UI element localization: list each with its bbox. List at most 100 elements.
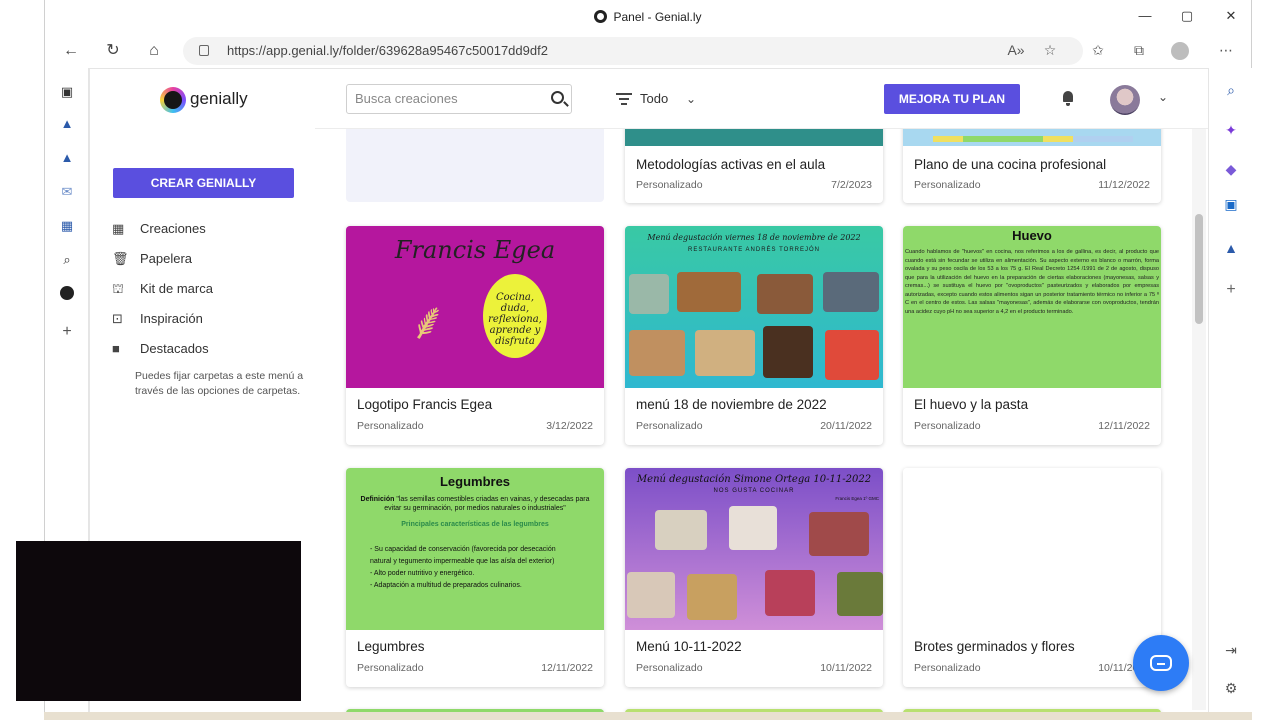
food-photo (763, 326, 813, 378)
maximize-button[interactable]: ▢ (1177, 8, 1197, 26)
office-icon[interactable]: ◆ (1223, 161, 1239, 177)
inspiration-icon: ⊡ (112, 311, 123, 326)
sidebar-item-kit-de-marca[interactable]: ⛫ Kit de marca (112, 278, 213, 300)
food-photo (823, 272, 879, 312)
mail-icon[interactable]: ✉ (59, 184, 75, 200)
more-options-icon[interactable]: ⋯ (1215, 42, 1237, 62)
top-bar: Busca creaciones Todo ⌄ MEJORA TU PLAN ⌄ (315, 69, 1208, 129)
card-title: El huevo y la pasta (914, 397, 1029, 412)
card-logotipo-francis[interactable]: Francis Egea ⸙ Cocina, duda, reflexiona,… (346, 226, 604, 445)
card-type: Personalizado (914, 420, 981, 432)
education-icon-2[interactable]: ▲ (59, 150, 75, 166)
minimize-button[interactable]: — (1135, 8, 1155, 26)
chevron-down-icon[interactable]: ⌄ (1158, 90, 1168, 104)
genially-tab-icon[interactable] (60, 286, 74, 300)
video-icon[interactable]: ▦ (59, 218, 75, 234)
add-favorite-icon[interactable]: ☆ (1039, 42, 1061, 62)
upgrade-plan-button[interactable]: MEJORA TU PLAN (884, 84, 1020, 114)
sidebar-item-creaciones[interactable]: ▦ Creaciones (112, 218, 206, 240)
home-icon[interactable]: ⌂ (142, 40, 166, 62)
card-title: Menú 10-11-2022 (636, 639, 742, 654)
exit-sidebar-icon[interactable]: ⇥ (1223, 642, 1239, 658)
food-photo (627, 572, 675, 618)
card-thumbnail: Huevo Cuando hablamos de "huevos" en coc… (903, 226, 1161, 388)
sidebar-item-papelera[interactable]: 🗑 Papelera (112, 248, 192, 270)
card-title: Brotes germinados y flores (914, 639, 1075, 654)
card-date: 12/11/2022 (1098, 420, 1150, 432)
profile-icon[interactable] (1171, 42, 1189, 60)
genially-logo-icon (160, 86, 186, 113)
card-legumbres[interactable]: Legumbres Definición "las semillas comes… (346, 468, 604, 687)
card-thumbnail (903, 129, 1161, 146)
food-photo (765, 570, 815, 616)
desktop-strip (44, 712, 1252, 720)
search-icon[interactable] (551, 91, 564, 104)
window-title: Panel - Genial.ly (45, 10, 1251, 24)
chevron-down-icon: ⌄ (686, 92, 697, 106)
card-thumbnail: Menú degustación Simone Ortega 10-11-202… (625, 468, 883, 630)
card-type: Personalizado (636, 179, 703, 191)
card-menu-18-noviembre[interactable]: Menú degustación viernes 18 de noviembre… (625, 226, 883, 445)
close-window-button[interactable]: ✕ (1221, 8, 1241, 26)
card-menu-10-11[interactable]: Menú degustación Simone Ortega 10-11-202… (625, 468, 883, 687)
card-type: Personalizado (357, 662, 424, 674)
education-icon[interactable]: ▲ (1223, 240, 1239, 256)
education-icon[interactable]: ▲ (59, 116, 75, 132)
folder-icon: ■ (112, 341, 120, 356)
chat-icon (1150, 655, 1172, 671)
card-date: 12/11/2022 (541, 662, 593, 674)
food-photo (687, 574, 737, 620)
card-type: Personalizado (914, 179, 981, 191)
read-aloud-icon[interactable]: A» (1005, 42, 1027, 62)
card-type: Personalizado (636, 662, 703, 674)
card-date: 7/2/2023 (831, 179, 872, 191)
sidebar-item-destacados[interactable]: ■ Destacados (112, 338, 209, 360)
brand-kit-icon: ⛫ (112, 281, 124, 296)
search-input[interactable]: Busca creaciones (346, 84, 572, 114)
food-photo (695, 330, 755, 376)
card-title: menú 18 de noviembre de 2022 (636, 397, 827, 412)
collections-icon[interactable]: ⧉ (1128, 42, 1150, 62)
lock-icon (199, 45, 209, 56)
gear-icon[interactable]: ⚙ (1223, 680, 1239, 696)
copilot-icon[interactable]: ✦ (1223, 122, 1239, 138)
trash-icon: 🗑 (112, 251, 129, 266)
genially-logo[interactable]: genially (160, 86, 248, 113)
search-icon[interactable]: ⌕ (1223, 82, 1239, 98)
tab-actions-icon[interactable]: ▣ (59, 84, 75, 100)
card-brotes-germinados[interactable]: Brotes germinados y flores Personalizado… (903, 468, 1161, 687)
card-date: 11/12/2022 (1098, 179, 1150, 191)
create-genially-button[interactable]: CREAR GENIALLY (113, 168, 294, 198)
card-huevo-pasta[interactable]: Huevo Cuando hablamos de "huevos" en coc… (903, 226, 1161, 445)
creations-grid: Metodologías activas en el aula Personal… (315, 129, 1195, 714)
search-tab-icon[interactable]: ⌕ (59, 252, 75, 268)
avatar[interactable] (1110, 85, 1140, 115)
bell-icon[interactable] (1061, 90, 1077, 106)
back-arrow-icon[interactable]: ← (59, 40, 83, 62)
sidebar-note: Puedes fijar carpetas a este menú a trav… (135, 370, 304, 397)
card-thumbnail (903, 468, 1161, 630)
genially-favicon-icon (594, 10, 608, 23)
card-thumbnail: Francis Egea ⸙ Cocina, duda, reflexiona,… (346, 226, 604, 388)
card-type: Personalizado (357, 420, 424, 432)
scrollbar-thumb[interactable] (1195, 214, 1203, 324)
refresh-icon[interactable]: ↻ (101, 40, 125, 62)
chat-support-button[interactable] (1133, 635, 1189, 691)
card-date: 3/12/2022 (546, 420, 593, 432)
add-sidebar-icon[interactable]: + (1223, 282, 1239, 298)
food-photo (729, 506, 777, 550)
food-photo (757, 274, 813, 314)
card-placeholder[interactable] (346, 129, 604, 202)
card-plano-cocina[interactable]: Plano de una cocina profesional Personal… (903, 129, 1161, 203)
grid-icon: ▦ (112, 221, 125, 236)
webcam-overlay (16, 541, 301, 701)
sidebar-item-inspiracion[interactable]: ⊡ Inspiración (112, 308, 203, 330)
favorites-icon[interactable]: ✩ (1087, 42, 1109, 62)
card-metodologias[interactable]: Metodologías activas en el aula Personal… (625, 129, 883, 203)
page-scrollbar[interactable] (1192, 128, 1206, 710)
filter-dropdown[interactable]: Todo ⌄ (616, 89, 696, 109)
url-field[interactable]: https://app.genial.ly/folder/639628a9546… (183, 37, 1083, 65)
food-photo (825, 330, 879, 380)
add-tab-icon[interactable]: + (59, 324, 75, 340)
outlook-icon[interactable]: ▣ (1223, 196, 1239, 212)
